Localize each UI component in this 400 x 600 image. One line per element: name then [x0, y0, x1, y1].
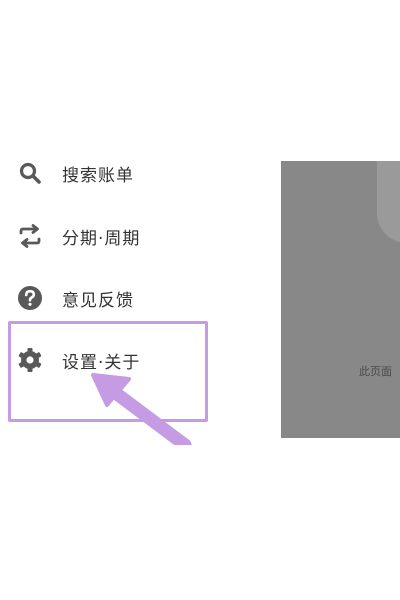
menu-item-label: 意见反馈	[62, 290, 134, 311]
menu-item-label: 搜索账单	[62, 165, 134, 186]
dimmed-page-overlay[interactable]: 此页面	[281, 161, 400, 438]
menu-item-installments-cycles[interactable]: 分期·周期	[0, 213, 230, 259]
repeat-icon	[17, 223, 43, 249]
pointer-arrow-annotation	[91, 373, 192, 445]
help-icon	[17, 285, 43, 311]
menu-item-search-bills[interactable]: 搜索账单	[0, 150, 230, 196]
search-icon	[17, 160, 43, 186]
menu-item-feedback[interactable]: 意见反馈	[0, 275, 230, 321]
avatar-placeholder	[377, 161, 400, 243]
side-drawer: 搜索账单 分期·周期 意见反馈 设置·关于	[0, 0, 281, 600]
menu-item-label: 分期·周期	[62, 228, 141, 249]
overlay-peek-text: 此页面	[359, 365, 392, 378]
